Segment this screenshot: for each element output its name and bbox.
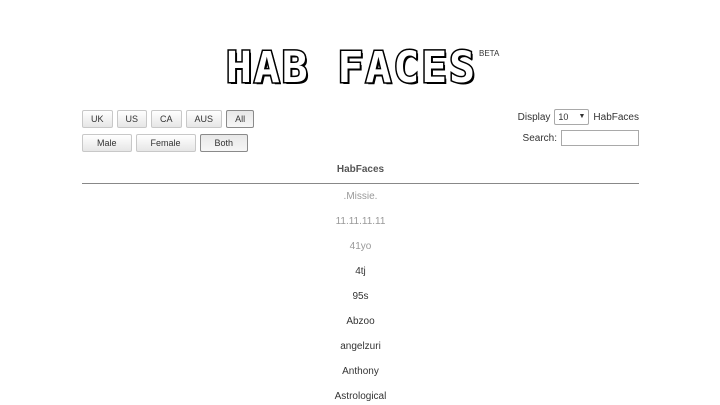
- gender-filter: Male Female Both: [82, 134, 249, 152]
- table-row[interactable]: 41yo: [82, 234, 639, 259]
- display-label: Display: [517, 111, 551, 123]
- chevron-down-icon: ▼: [578, 113, 586, 120]
- region-button-ca[interactable]: CA: [151, 110, 182, 128]
- region-button-aus[interactable]: AUS: [185, 110, 223, 128]
- page: HAB FACES BETA UK US CA AUS All Male Fem…: [0, 0, 720, 405]
- table-row[interactable]: 95s: [82, 284, 639, 309]
- table-row[interactable]: 11.11.11.11: [82, 209, 639, 234]
- region-button-uk[interactable]: UK: [82, 110, 113, 128]
- region-button-us[interactable]: US: [116, 110, 148, 128]
- region-button-all[interactable]: All: [226, 110, 255, 128]
- logo-text: HAB FACES: [225, 43, 477, 93]
- table-row[interactable]: Abzoo: [82, 309, 639, 334]
- display-count-select[interactable]: 10 ▼: [554, 109, 590, 125]
- table-row[interactable]: Anthony: [82, 359, 639, 384]
- search-input[interactable]: [561, 130, 639, 146]
- region-filter: UK US CA AUS All: [82, 110, 255, 128]
- table-row[interactable]: 4tj: [82, 259, 639, 284]
- table-header-habfaces[interactable]: HabFaces: [82, 158, 639, 184]
- display-suffix: HabFaces: [593, 111, 639, 123]
- table-row[interactable]: .Missie.: [82, 184, 639, 209]
- display-count-value: 10: [558, 112, 569, 122]
- beta-badge: BETA: [479, 49, 500, 58]
- site-logo[interactable]: HAB FACES BETA: [225, 43, 500, 93]
- gender-button-both[interactable]: Both: [199, 134, 249, 152]
- habfaces-table: HabFaces .Missie. 11.11.11.11 41yo 4tj 9…: [82, 158, 639, 405]
- search-control: Search:: [523, 130, 639, 146]
- gender-button-female[interactable]: Female: [135, 134, 196, 152]
- search-label: Search:: [522, 132, 557, 144]
- table-row[interactable]: angelzuri: [82, 334, 639, 359]
- display-count-control: Display 10 ▼ HabFaces: [518, 109, 639, 125]
- table-row[interactable]: Astrological: [82, 384, 639, 405]
- gender-button-male[interactable]: Male: [82, 134, 132, 152]
